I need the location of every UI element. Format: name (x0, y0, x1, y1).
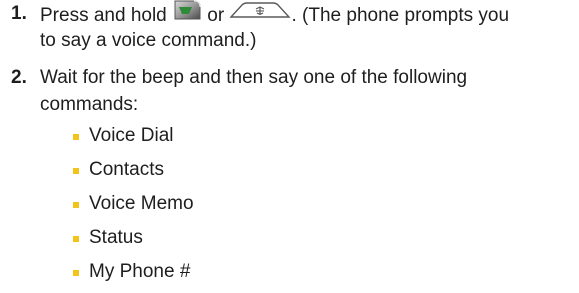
side-voice-key-icon-graphic (229, 2, 292, 18)
talk-key-icon (172, 0, 202, 30)
step-2: 2. Wait for the beep and then say one of… (0, 64, 579, 118)
command-contacts: Contacts (89, 159, 164, 180)
list-item: Voice Dial (0, 122, 579, 149)
step-1-text-before: Press and hold (40, 5, 173, 27)
list-item: Voice Memo (0, 190, 579, 217)
step-2-text: Wait for the beep and then say one of th… (40, 64, 579, 118)
step-1-text-middle: or (202, 5, 230, 27)
instruction-page: 1. Press and hold or . (The phone prompt… (0, 0, 579, 293)
list-item: Contacts (0, 156, 579, 183)
bullet-icon (73, 134, 79, 140)
step-1: 1. Press and hold or . (The phone prompt… (0, 0, 579, 54)
step-2-line-1: Wait for the beep and then say one of th… (40, 67, 468, 88)
list-item: My Phone # (0, 258, 579, 285)
command-voice-dial: Voice Dial (89, 125, 174, 146)
step-1-text: Press and hold or . (The phone prompts y… (40, 0, 579, 54)
bullet-icon (73, 270, 79, 276)
bullet-icon (73, 236, 79, 242)
step-2-line-2: commands: (40, 94, 139, 115)
command-voice-memo: Voice Memo (89, 193, 194, 214)
bullet-icon (73, 202, 79, 208)
bullet-icon (73, 168, 79, 174)
step-2-number: 2. (11, 67, 27, 88)
step-1-line-1: Press and hold or . (The phone prompts y… (40, 0, 579, 27)
step-1-number: 1. (11, 3, 27, 24)
list-item: Status (0, 224, 579, 251)
talk-key-icon-graphic (174, 0, 201, 20)
step-1-line-2: to say a voice command.) (40, 30, 257, 51)
step-1-text-after: . (The phone prompts you (291, 5, 510, 27)
side-voice-key-icon (229, 0, 292, 28)
command-my-phone-number: My Phone # (89, 261, 191, 282)
command-status: Status (89, 227, 143, 248)
